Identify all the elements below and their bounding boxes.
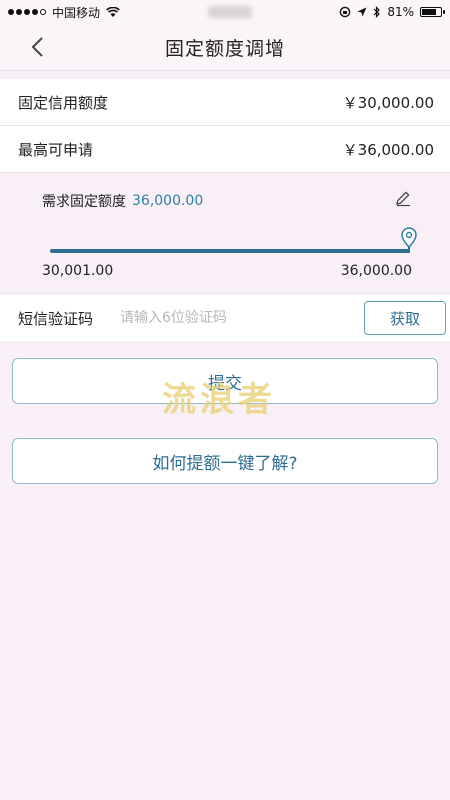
blurred-time	[207, 6, 252, 18]
location-pin-icon[interactable]	[400, 227, 418, 253]
wifi-icon	[106, 6, 120, 17]
sms-code-label: 短信验证码	[18, 309, 94, 328]
learn-increase-button[interactable]: 如何提额一键了解?	[12, 438, 438, 484]
fixed-credit-label: 固定信用额度	[18, 93, 109, 112]
status-bar: 中国移动 81%	[0, 0, 450, 24]
required-amount-label: 需求固定额度	[42, 194, 126, 210]
status-left: 中国移动	[8, 4, 120, 21]
status-right: 81%	[339, 5, 445, 19]
fixed-credit-value: ￥30,000.00	[342, 93, 434, 112]
battery-icon	[420, 7, 445, 17]
bluetooth-icon	[373, 6, 381, 18]
required-amount-value: 36,000.00	[132, 193, 204, 209]
amount-slider[interactable]	[42, 227, 417, 267]
slider-header: 需求固定额度 36,000.00	[42, 191, 412, 211]
max-apply-value: ￥36,000.00	[342, 140, 434, 159]
pencil-edit-icon[interactable]	[394, 189, 412, 207]
battery-fill	[422, 9, 436, 15]
carrier-name: 中国移动	[52, 5, 101, 20]
rotation-lock-icon	[340, 6, 351, 18]
submit-button[interactable]: 提交	[12, 358, 438, 404]
signal-strength-icon	[8, 9, 46, 15]
amount-slider-card: 需求固定额度 36,000.00 30,001.00 36,000.00	[0, 173, 450, 294]
nav-bar: 固定额度调增	[0, 24, 450, 71]
page-title: 固定额度调增	[164, 37, 285, 60]
max-apply-row: 最高可申请 ￥36,000.00	[0, 126, 450, 173]
max-apply-label: 最高可申请	[18, 140, 94, 159]
get-code-button[interactable]: 获取	[364, 301, 446, 335]
location-arrow-icon	[357, 7, 367, 17]
back-arrow-icon[interactable]	[28, 36, 48, 58]
battery-percent: 81%	[387, 5, 414, 19]
sms-code-input[interactable]	[118, 309, 364, 327]
sms-code-row: 短信验证码 获取	[0, 294, 450, 343]
fixed-credit-row: 固定信用额度 ￥30,000.00	[0, 79, 450, 126]
slider-track[interactable]	[50, 249, 410, 253]
